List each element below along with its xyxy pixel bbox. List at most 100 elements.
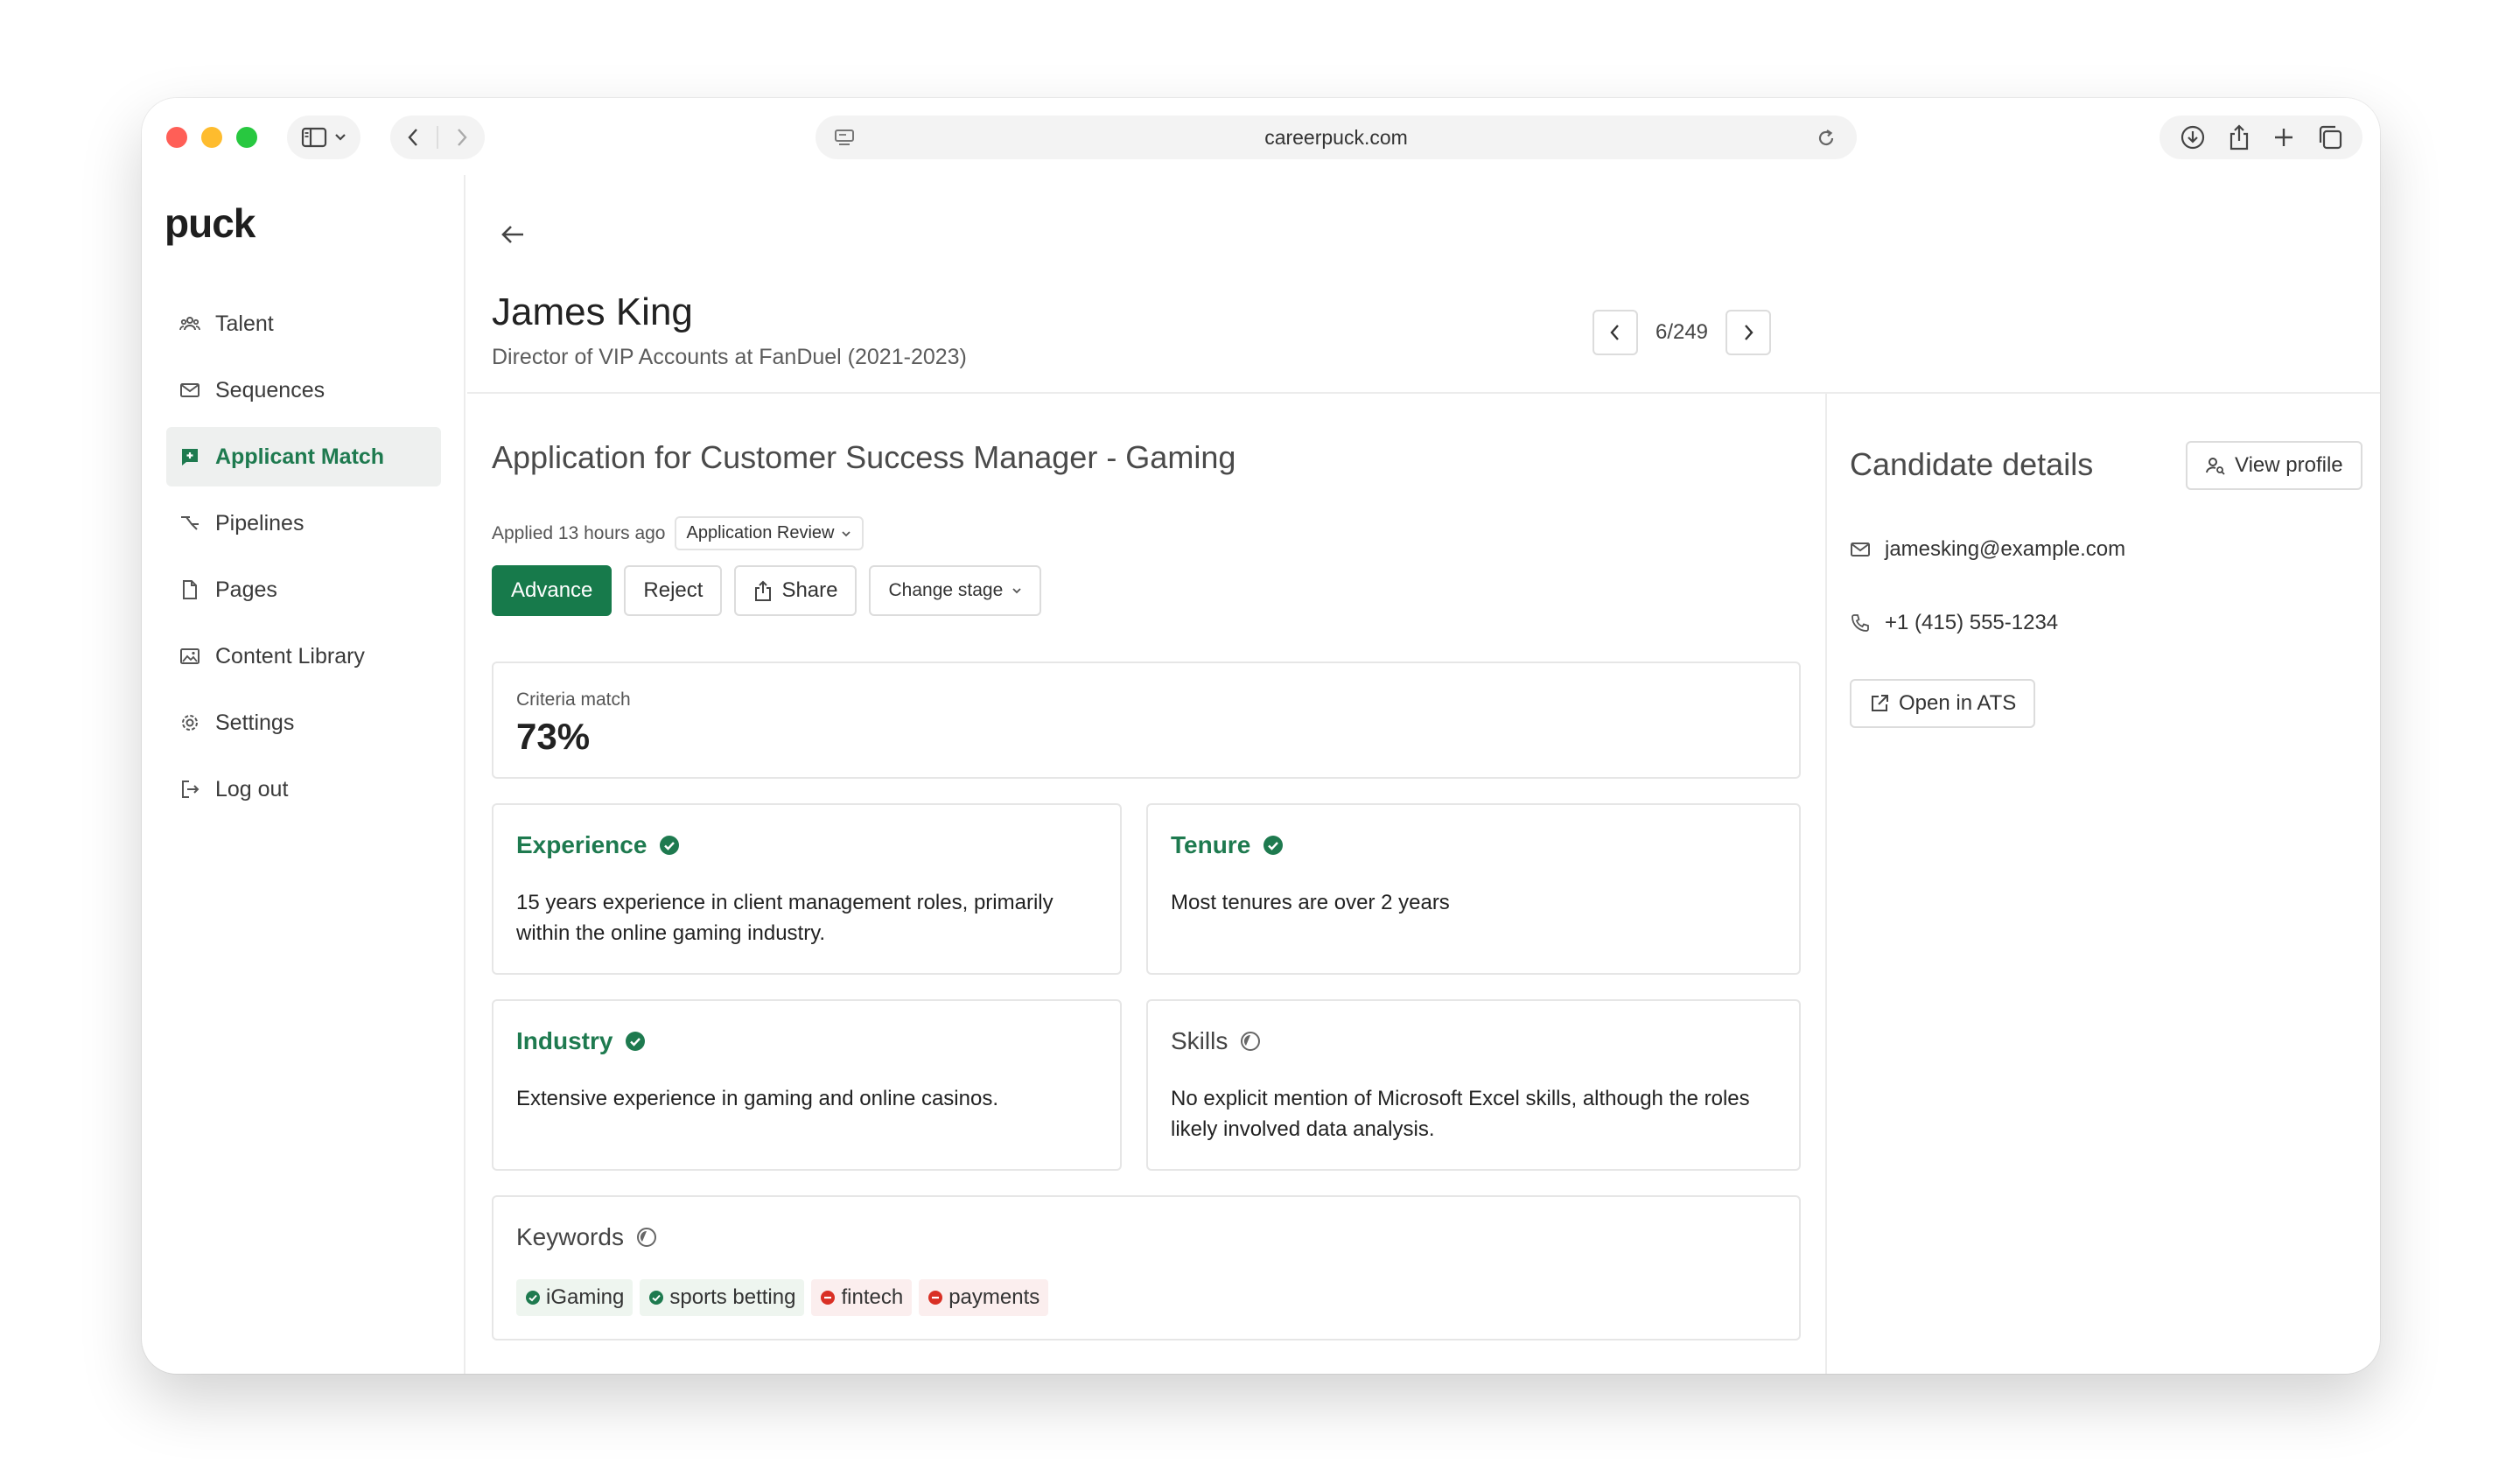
phone-icon [1850,612,1871,634]
match-icon [178,445,201,468]
column-divider [1825,394,1827,1374]
minus-circle-icon [820,1290,836,1306]
logout-icon [178,778,201,801]
download-icon[interactable] [2179,123,2207,151]
criteria-match-value: 73% [516,716,591,757]
site-settings-icon[interactable] [833,127,856,148]
url-text: careerpuck.com [1264,125,1408,149]
keyword-label: sports betting [669,1285,796,1309]
reload-icon[interactable] [1815,127,1838,150]
experience-label: Experience [516,831,648,858]
keyword-label: payments [948,1285,1040,1309]
partial-match-icon [1240,1031,1261,1052]
keywords-label: Keywords [516,1223,624,1250]
change-stage-label: Change stage [888,580,1004,600]
action-buttons: Advance Reject Share Change stage [492,565,1042,616]
open-in-ats-button[interactable]: Open in ATS [1850,679,2036,728]
chevron-left-icon [1609,323,1621,342]
chevron-down-icon [841,530,851,537]
browser-actions [2160,116,2362,159]
back-button[interactable] [407,127,419,148]
browser-window: careerpuck.com puck Talent Sequences App… [142,98,2380,1374]
next-candidate-button[interactable] [1726,310,1771,355]
chevron-right-icon [1742,323,1754,342]
keyword-chip-fintech: fintech [811,1279,913,1316]
sidebar-nav: Talent Sequences Applicant Match Pipelin… [166,294,441,826]
keyword-chips: iGaming sports betting fintech payments [516,1279,1049,1316]
sidebar-item-applicant-match[interactable]: Applicant Match [166,427,441,486]
browser-toolbar: careerpuck.com [142,98,2380,175]
app-logo[interactable]: puck [164,200,256,247]
external-link-icon [1869,693,1890,714]
chevron-down-icon [1012,587,1022,594]
criteria-match-label: Criteria match [516,690,631,710]
gear-icon [178,711,201,734]
sidebar-item-label: Sequences [215,377,326,402]
pipeline-icon [178,512,201,535]
back-arrow-button[interactable] [497,219,528,250]
skills-card: Skills No explicit mention of Microsoft … [1146,999,1801,1171]
keyword-label: fintech [841,1285,904,1309]
experience-title: Experience [516,831,680,859]
share-button[interactable]: Share [734,565,858,616]
skills-body: No explicit mention of Microsoft Excel s… [1171,1087,1750,1141]
sidebar-item-label: Content Library [215,643,365,668]
check-circle-icon [525,1290,541,1306]
criteria-match-card: Criteria match 73% [492,662,1801,779]
application-title: Application for Customer Success Manager… [492,439,1236,475]
change-stage-button[interactable]: Change stage [869,565,1042,616]
minus-circle-icon [928,1290,943,1306]
check-circle-icon [625,1031,646,1052]
tabs-overview-icon[interactable] [2316,123,2344,151]
sidebar-item-log-out[interactable]: Log out [166,760,441,819]
check-circle-icon [648,1290,664,1306]
sidebar-item-pages[interactable]: Pages [166,560,441,620]
email-text[interactable]: jamesking@example.com [1885,537,2125,562]
industry-title: Industry [516,1027,646,1055]
forward-button[interactable] [456,127,468,148]
view-profile-button[interactable]: View profile [2186,441,2362,490]
sidebar-item-content-library[interactable]: Content Library [166,626,441,686]
experience-body: 15 years experience in client management… [516,891,1054,945]
check-circle-icon [1263,835,1284,856]
reject-button[interactable]: Reject [624,565,723,616]
user-search-icon [2205,455,2226,476]
advance-button[interactable]: Advance [492,565,612,616]
tenure-label: Tenure [1171,831,1251,858]
industry-body: Extensive experience in gaming and onlin… [516,1087,999,1110]
sidebar-item-label: Pages [215,577,277,602]
stage-label: Application Review [686,523,835,542]
sidebar-item-talent[interactable]: Talent [166,294,441,354]
stage-dropdown[interactable]: Application Review [674,516,864,550]
keyword-label: iGaming [546,1285,625,1309]
industry-card: Industry Extensive experience in gaming … [492,999,1122,1171]
share-label: Share [781,578,838,602]
sidebar-toggle-button[interactable] [287,116,360,159]
image-icon [178,645,201,668]
sidebar-item-label: Talent [215,311,274,336]
previous-candidate-button[interactable] [1592,310,1638,355]
page-icon [178,578,201,601]
phone-text[interactable]: +1 (415) 555-1234 [1885,611,2058,635]
keywords-card: Keywords iGaming sports betting fintech … [492,1195,1801,1340]
share-icon[interactable] [2227,123,2251,151]
keyword-chip-payments: payments [919,1279,1049,1316]
sidebar-item-sequences[interactable]: Sequences [166,360,441,420]
maximize-window-button[interactable] [236,127,257,148]
sidebar-item-pipelines[interactable]: Pipelines [166,494,441,553]
keywords-title: Keywords [516,1223,657,1251]
candidate-details-title: Candidate details [1850,446,2094,482]
candidate-name: James King [492,290,693,333]
address-bar[interactable]: careerpuck.com [816,116,1857,159]
tenure-card: Tenure Most tenures are over 2 years [1146,803,1801,975]
sidebar-item-settings[interactable]: Settings [166,693,441,752]
sidebar-item-label: Pipelines [215,510,304,536]
close-window-button[interactable] [166,127,187,148]
tenure-body: Most tenures are over 2 years [1171,891,1450,914]
new-tab-icon[interactable] [2272,125,2296,150]
sidebar-item-label: Settings [215,710,295,735]
sidebar: puck Talent Sequences Applicant Match Pi… [142,175,466,1374]
check-circle-icon [659,835,680,856]
sidebar-icon [301,127,327,148]
minimize-window-button[interactable] [201,127,222,148]
